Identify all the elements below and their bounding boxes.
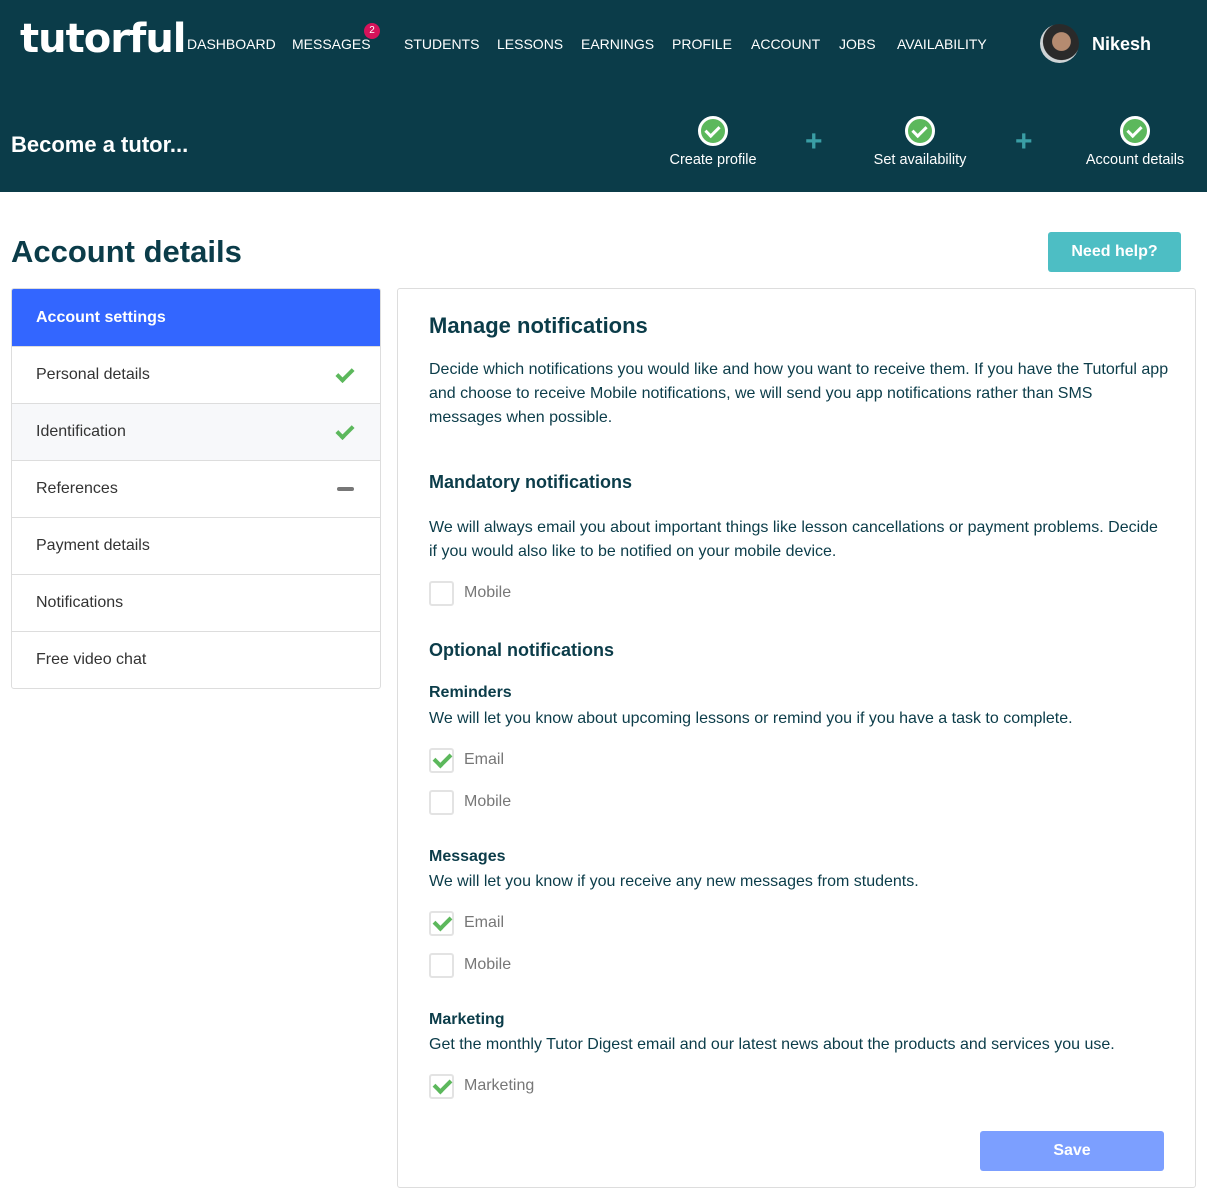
step-label: Set availability xyxy=(873,152,967,168)
panel-title: Manage notifications xyxy=(429,313,648,338)
sidebar-item-personal-details[interactable]: Personal details xyxy=(12,346,380,403)
become-tutor-title: Become a tutor... xyxy=(11,132,189,157)
tutorful-logo[interactable]: tutorful xyxy=(20,16,187,62)
check-circle-icon xyxy=(1120,116,1150,146)
nav-lessons[interactable]: LESSONS xyxy=(497,36,563,52)
top-header: tutorful DASHBOARD MESSAGES 2 STUDENTS L… xyxy=(0,0,1207,192)
check-icon xyxy=(335,420,355,441)
messages-email-checkbox[interactable]: Email xyxy=(429,910,505,936)
need-help-button[interactable]: Need help? xyxy=(1048,232,1181,272)
step-create-profile: Create profile xyxy=(633,116,793,168)
messages-badge: 2 xyxy=(364,23,380,39)
sidebar-item-notifications[interactable]: Notifications xyxy=(12,574,380,631)
minus-icon xyxy=(337,487,354,491)
checkbox-label: Marketing xyxy=(464,1077,535,1094)
checkbox-checked-icon[interactable] xyxy=(429,910,454,936)
notifications-panel: Manage notifications Decide which notifi… xyxy=(397,288,1196,1188)
optional-title: Optional notifications xyxy=(429,640,614,660)
nav-dashboard[interactable]: DASHBOARD xyxy=(187,36,276,52)
step-account-details: Account details xyxy=(1055,116,1207,168)
nav-students[interactable]: STUDENTS xyxy=(404,36,479,52)
marketing-text: Get the monthly Tutor Digest email and o… xyxy=(429,1036,1115,1053)
step-label: Create profile xyxy=(669,152,757,168)
page-title: Account details xyxy=(11,234,242,269)
checkbox-label: Mobile xyxy=(464,793,512,810)
marketing-checkbox[interactable]: Marketing xyxy=(429,1073,535,1099)
sidebar-item-identification[interactable]: Identification xyxy=(12,403,380,460)
messages-title: Messages xyxy=(429,848,506,865)
reminders-email-checkbox[interactable]: Email xyxy=(429,747,505,773)
step-label: Account details xyxy=(1085,152,1185,168)
checkbox-label: Mobile xyxy=(464,584,512,601)
nav-availability[interactable]: AVAILABILITY xyxy=(897,36,987,52)
mandatory-mobile-checkbox[interactable]: Mobile xyxy=(429,580,512,606)
nav-earnings[interactable]: EARNINGS xyxy=(581,36,654,52)
user-name[interactable]: Nikesh xyxy=(1092,34,1151,55)
sidebar-item-label: References xyxy=(36,480,118,497)
messages-mobile-checkbox[interactable]: Mobile xyxy=(429,952,512,978)
sidebar-item-label: Free video chat xyxy=(36,651,147,668)
nav-account[interactable]: ACCOUNT xyxy=(751,36,820,52)
intro-text: Decide which notifications you would lik… xyxy=(429,361,1169,426)
sidebar-item-references[interactable]: References xyxy=(12,460,380,517)
sidebar-item-label: Notifications xyxy=(36,594,124,611)
messages-text: We will let you know if you receive any … xyxy=(429,873,919,890)
checkbox-icon[interactable] xyxy=(429,952,454,978)
nav-messages[interactable]: MESSAGES xyxy=(292,36,371,52)
sidebar-item-payment-details[interactable]: Payment details xyxy=(12,517,380,574)
plus-icon: + xyxy=(805,125,823,158)
step-set-availability: Set availability xyxy=(840,116,1000,168)
checkbox-label: Mobile xyxy=(464,956,512,973)
checkbox-icon[interactable] xyxy=(429,789,454,815)
marketing-title: Marketing xyxy=(429,1011,505,1028)
sidebar-item-label: Payment details xyxy=(36,537,150,554)
mandatory-text: We will always email you about important… xyxy=(429,519,1158,560)
reminders-title: Reminders xyxy=(429,684,512,701)
mandatory-title: Mandatory notifications xyxy=(429,472,633,492)
nav-jobs[interactable]: JOBS xyxy=(839,36,876,52)
save-button[interactable]: Save xyxy=(980,1131,1164,1171)
check-circle-icon xyxy=(698,116,728,146)
sidebar-header[interactable]: Account settings xyxy=(12,289,380,346)
plus-icon: + xyxy=(1015,125,1033,158)
check-circle-icon xyxy=(905,116,935,146)
reminders-mobile-checkbox[interactable]: Mobile xyxy=(429,789,512,815)
avatar[interactable] xyxy=(1040,24,1079,63)
reminders-text: We will let you know about upcoming less… xyxy=(429,710,1073,727)
sidebar-item-label: Personal details xyxy=(36,366,150,383)
checkbox-icon[interactable] xyxy=(429,580,454,606)
checkbox-label: Email xyxy=(464,914,505,931)
nav-profile[interactable]: PROFILE xyxy=(672,36,732,52)
checkbox-label: Email xyxy=(464,751,505,768)
sidebar: Account settings Personal details Identi… xyxy=(11,288,381,689)
checkbox-checked-icon[interactable] xyxy=(429,747,454,773)
check-icon xyxy=(335,363,355,384)
sidebar-item-free-video-chat[interactable]: Free video chat xyxy=(12,631,380,688)
checkbox-checked-icon[interactable] xyxy=(429,1073,454,1099)
sidebar-item-label: Identification xyxy=(36,423,126,440)
